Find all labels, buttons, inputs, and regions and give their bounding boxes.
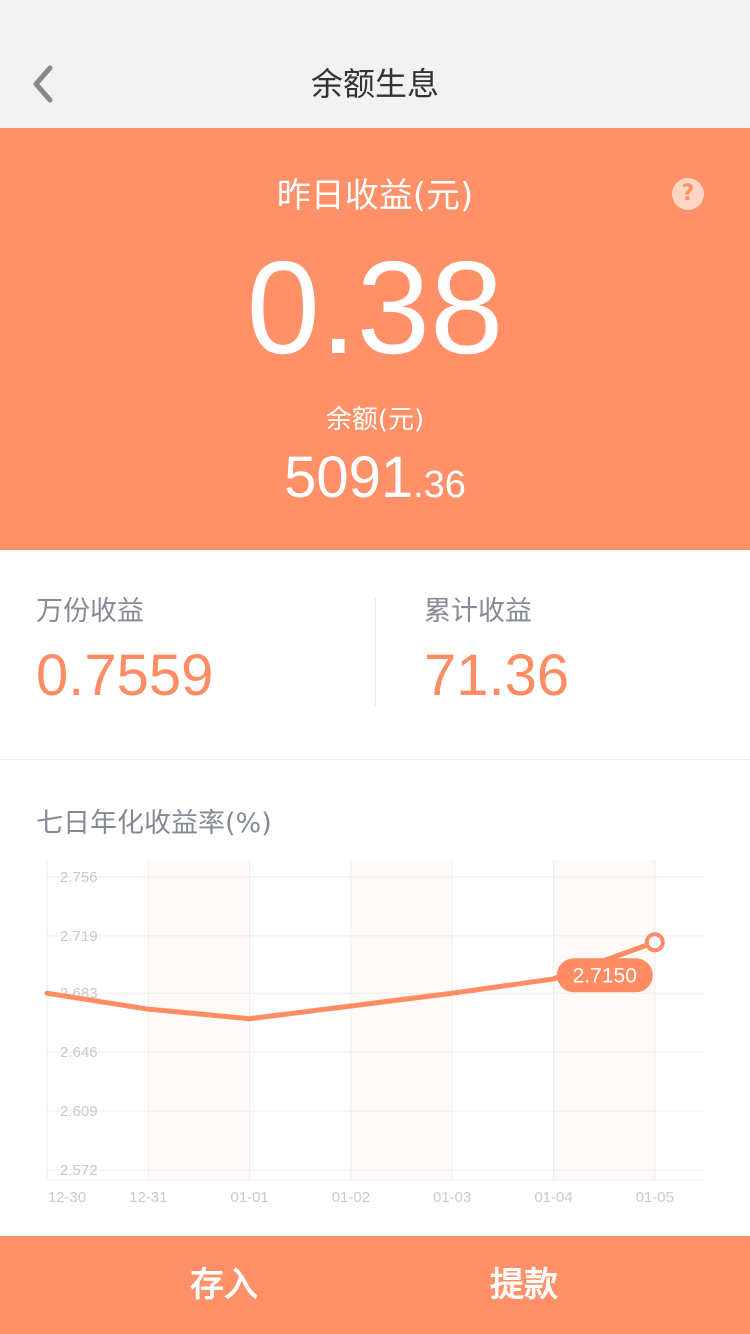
y-tick-label: 2.719 [60, 928, 98, 945]
question-circle-icon[interactable]: ? [672, 178, 704, 210]
plot-band [553, 860, 655, 1180]
y-tick-label: 2.646 [60, 1044, 98, 1061]
x-tick-label: 01-02 [332, 1189, 370, 1206]
x-tick-label: 12-30 [48, 1189, 86, 1206]
x-tick-label: 01-01 [230, 1189, 268, 1206]
yield-line-chart[interactable]: 2.7562.7192.6832.6462.6092.57212-30 12-31… [0, 850, 750, 1230]
nav-bar: 余额生息 [0, 0, 750, 128]
yield-chart-section: 七日年化收益率(%) 2.756 2.719 2.683 2.646 2.609 2.57… [0, 760, 750, 1236]
plot-band [350, 860, 453, 1180]
highlight-point [644, 932, 665, 953]
per10k-value: 0.7559 [36, 643, 214, 708]
per10k-earnings: 万份收益 0.7559 [36, 594, 213, 708]
withdraw-button[interactable]: 提款 [374, 1236, 674, 1334]
x-tick-label: 01-03 [433, 1189, 471, 1206]
x-tick-label: 01-05 [636, 1189, 674, 1206]
highlight-value-label: 2.7150 [573, 964, 637, 987]
y-tick-label: 2.756 [60, 869, 98, 886]
stats-panel: 万份收益 0.7559 累计收益 71.36 [0, 550, 750, 760]
chart-title: 七日年化收益率(%) [36, 808, 272, 839]
deposit-button[interactable]: 存入 [74, 1236, 374, 1334]
earnings-summary: 昨日收益(元) ? 0.38 余额(元) 5091.36 [0, 128, 750, 550]
x-tick-label: 12-31 [129, 1189, 167, 1206]
per10k-label: 万份收益 [36, 596, 144, 627]
total-earnings-label: 累计收益 [424, 596, 532, 627]
balance-value: 5091.36 [0, 446, 750, 525]
yesterday-earnings-value: 0.38 [246, 234, 504, 381]
balance-label: 余额(元) [325, 405, 425, 435]
balance-integer: 5091 [284, 445, 414, 510]
plot-band [148, 860, 250, 1180]
y-tick-label: 2.609 [60, 1103, 98, 1120]
y-tick-label: 2.572 [60, 1162, 98, 1179]
total-earnings-value: 71.36 [424, 643, 570, 708]
balance-decimal: .36 [413, 464, 466, 506]
page-title: 余额生息 [310, 65, 439, 103]
yesterday-earnings-label: 昨日收益(元) [276, 176, 474, 216]
stats-divider [375, 598, 376, 706]
total-earnings: 累计收益 71.36 [424, 594, 569, 708]
bottom-action-bar: 存入 提款 [0, 1236, 750, 1334]
x-tick-label: 01-04 [534, 1189, 572, 1206]
